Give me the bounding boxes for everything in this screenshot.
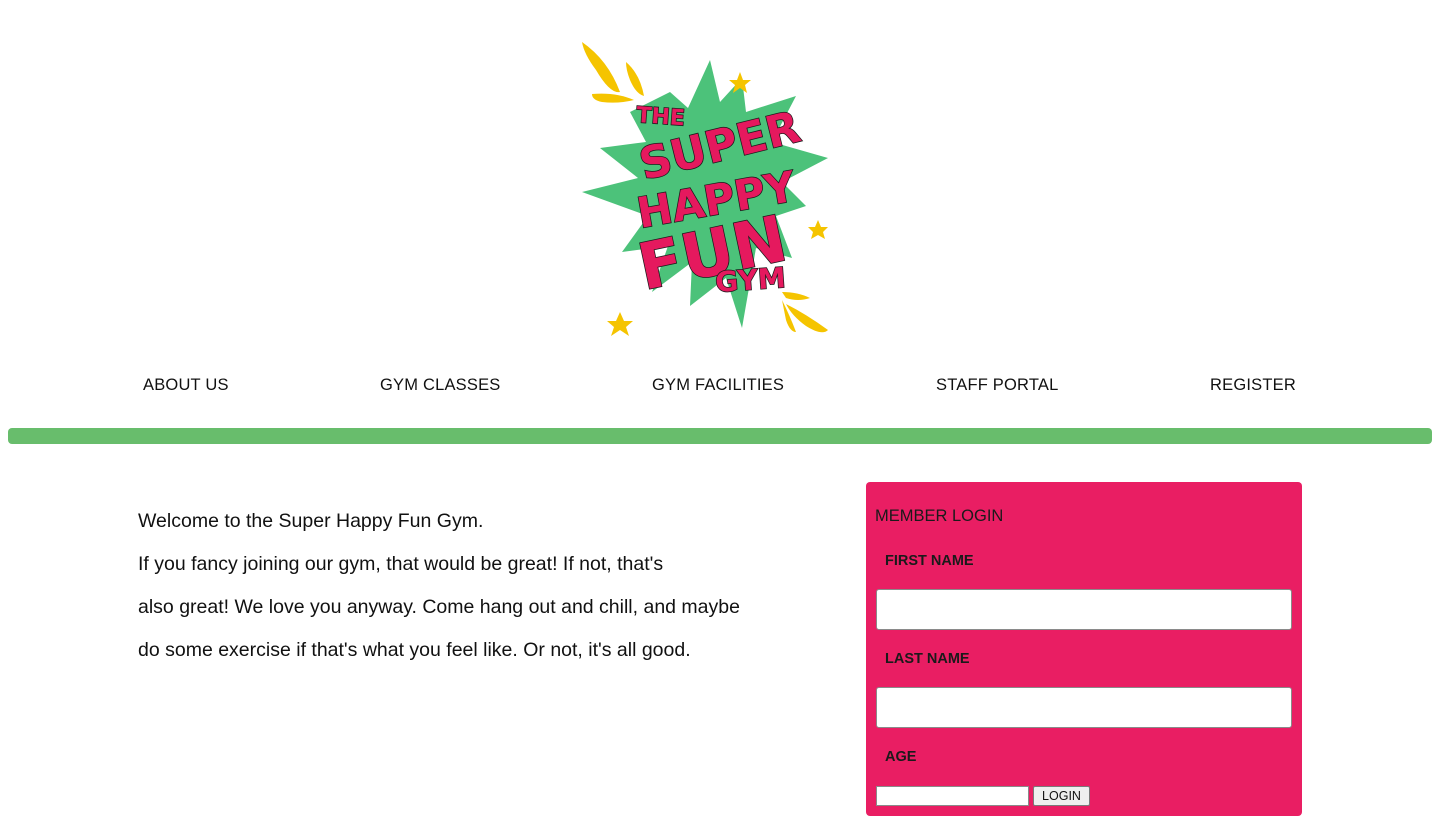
logo-text-gym: GYM — [714, 261, 787, 299]
welcome-section: Welcome to the Super Happy Fun Gym. If y… — [138, 500, 778, 672]
nav-item-about-us[interactable]: ABOUT US — [143, 376, 229, 395]
logo-text-the: THE — [636, 103, 686, 131]
nav-item-gym-classes[interactable]: GYM CLASSES — [380, 376, 501, 395]
logo-streak — [626, 62, 644, 96]
logo-star — [607, 312, 633, 336]
last-name-label: LAST NAME — [885, 651, 970, 667]
main-nav: ABOUT US GYM CLASSES GYM FACILITIES STAF… — [0, 376, 1442, 398]
nav-item-staff-portal[interactable]: STAFF PORTAL — [936, 376, 1059, 395]
first-name-input[interactable] — [876, 589, 1292, 630]
login-button[interactable]: LOGIN — [1033, 786, 1090, 806]
nav-divider — [8, 428, 1432, 444]
login-title: MEMBER LOGIN — [875, 507, 1004, 525]
logo-star — [808, 220, 828, 239]
age-label: AGE — [885, 749, 917, 765]
logo-illustration: THE SUPER HAPPY FUN GYM — [582, 42, 828, 336]
welcome-paragraph: If you fancy joining our gym, that would… — [138, 553, 664, 575]
nav-item-gym-facilities[interactable]: GYM FACILITIES — [652, 376, 784, 395]
logo-streak — [592, 93, 634, 103]
first-name-label: FIRST NAME — [885, 553, 974, 569]
age-input[interactable] — [876, 786, 1029, 806]
logo-streak — [782, 300, 796, 332]
welcome-paragraph: also great! We love you anyway. Come han… — [138, 596, 740, 618]
gym-logo: THE SUPER HAPPY FUN GYM — [560, 30, 860, 370]
nav-item-register[interactable]: REGISTER — [1210, 376, 1296, 395]
logo-streak — [582, 42, 620, 93]
welcome-paragraph: Welcome to the Super Happy Fun Gym. — [138, 510, 484, 532]
welcome-paragraph: do some exercise if that's what you feel… — [138, 639, 691, 661]
member-login-form: MEMBER LOGIN FIRST NAME LAST NAME AGE LO… — [866, 482, 1302, 816]
last-name-input[interactable] — [876, 687, 1292, 728]
